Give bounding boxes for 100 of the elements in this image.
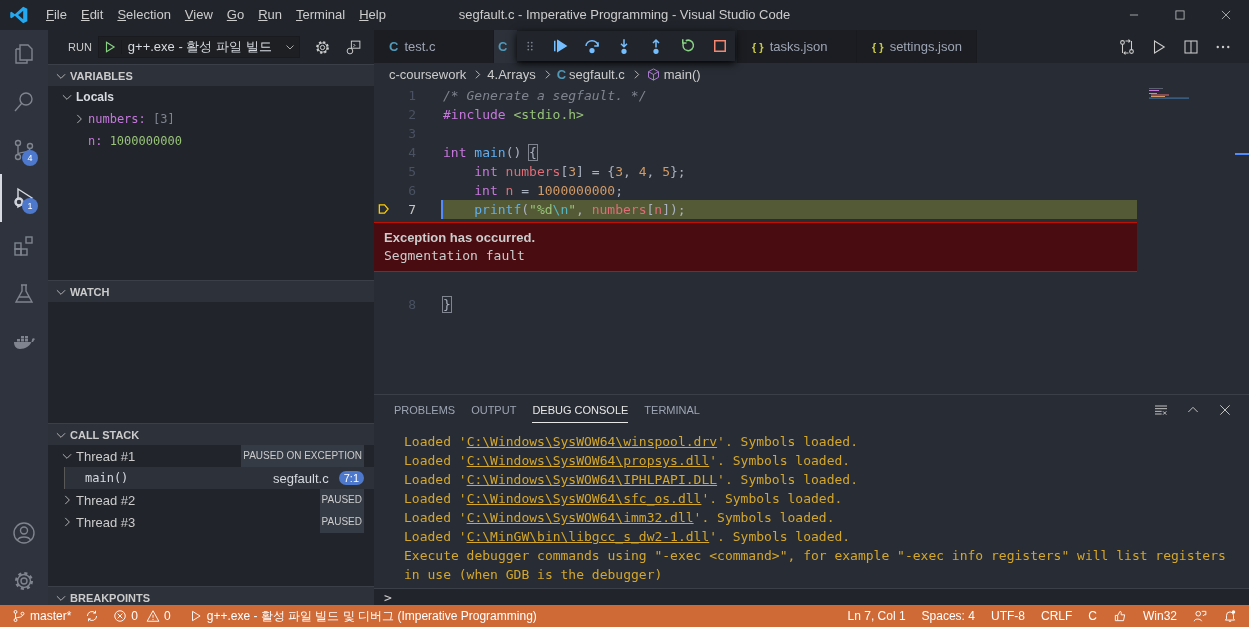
file-type-icon: C <box>498 39 508 54</box>
clear-console-icon[interactable] <box>1153 402 1169 418</box>
person-icon[interactable] <box>1193 609 1207 623</box>
bell-icon[interactable] <box>1223 609 1237 623</box>
branch-status[interactable]: master* <box>12 609 72 623</box>
menu-item[interactable]: Go <box>219 0 252 30</box>
variable-row[interactable]: numbers: [3] <box>48 108 374 130</box>
thread-name: Thread #1 <box>76 448 136 464</box>
console-line: Loaded 'C:\Windows\SysWOW64\sfc_os.dll'. Symbols loaded. <box>404 490 844 508</box>
panel-tab[interactable]: PROBLEMS <box>394 397 456 423</box>
menu-item[interactable]: Run <box>251 0 290 30</box>
status-label: PAUSED <box>319 489 364 511</box>
scope-row[interactable]: Locals <box>48 86 374 108</box>
variable-row[interactable]: n: 1000000000 <box>48 130 374 152</box>
files-icon[interactable] <box>12 42 36 66</box>
thumbs-up-icon[interactable] <box>1113 609 1127 623</box>
file-link[interactable]: C:\Windows\SysWOW64\winspool.drv <box>466 434 718 449</box>
status-label: PAUSED ON EXCEPTION <box>241 445 364 467</box>
console-line: Loaded 'C:\Windows\SysWOW64\IPHLPAPI.DLL'. Symbols loaded. <box>404 471 859 489</box>
settings-icon[interactable] <box>313 38 331 56</box>
thread-name: Thread #2 <box>76 492 136 508</box>
menu-item[interactable]: View <box>177 0 220 30</box>
status-item[interactable]: Spaces: 4 <box>921 609 975 623</box>
extensions-icon[interactable] <box>12 234 36 258</box>
cube-icon <box>645 67 661 82</box>
status-item[interactable]: UTF-8 <box>990 609 1025 623</box>
thread-row[interactable]: Thread #3 PAUSED <box>48 511 374 533</box>
panel-tab[interactable]: TERMINAL <box>644 397 700 423</box>
window-title: segfault.c - Imperative Programming - Visual Studio Code <box>457 6 792 24</box>
error-icon <box>113 609 128 623</box>
file-type-icon: { } <box>872 40 884 53</box>
editor-tab[interactable]: C test.c <box>374 30 494 63</box>
breadcrumb-item[interactable]: 4.Arrays <box>487 67 536 82</box>
section-header[interactable]: CALL STACK <box>48 424 374 445</box>
menu-item[interactable]: File <box>39 0 74 30</box>
problems-status[interactable]: 0 0 <box>113 609 175 623</box>
panel-tab[interactable]: OUTPUT <box>471 397 517 423</box>
sync-icon[interactable] <box>85 609 100 623</box>
close-icon[interactable] <box>1217 402 1233 418</box>
code-line: /* Generate a segfault. */ <box>443 88 647 103</box>
code-line: int main() { <box>443 145 537 160</box>
exception-title: Exception has occurred. <box>384 229 536 247</box>
file-link[interactable]: C:\Windows\SysWOW64\IPHLPAPI.DLL <box>466 472 718 487</box>
editor-tab[interactable]: { } settings.json <box>857 30 977 63</box>
line-badge: 7:1 <box>338 471 364 485</box>
file-type-icon: C <box>556 67 567 82</box>
code-line: } <box>443 297 451 312</box>
console-line: Loaded 'C:\Windows\SysWOW64\winspool.drv'. Symbols loaded. <box>404 433 859 451</box>
console-line: Loaded 'C:\MinGW\bin\libgcc_s_dw2-1.dll'. Symbols loaded. <box>404 528 852 546</box>
menu-item[interactable]: Selection <box>110 0 178 30</box>
breadcrumb-item[interactable]: segfault.c <box>569 67 625 82</box>
console-line: Loaded 'C:\Windows\SysWOW64\imm32.dll'. Symbols loaded. <box>404 509 836 527</box>
console-input[interactable]: > <box>374 588 1249 605</box>
minimap-drawing[interactable] <box>1149 88 1189 100</box>
breadcrumb-item[interactable]: main() <box>663 67 701 82</box>
file-link[interactable]: C:\Windows\SysWOW64\propsys.dll <box>466 453 710 468</box>
status-item[interactable]: Ln 7, Col 1 <box>847 609 906 623</box>
editor-tab[interactable]: C <box>494 30 517 63</box>
thread-row[interactable]: Thread #2 PAUSED <box>48 489 374 511</box>
menu-item[interactable]: Terminal <box>289 0 353 30</box>
flask-icon[interactable] <box>12 282 36 306</box>
scrollbar-marker <box>1235 153 1249 155</box>
split-editor-icon[interactable] <box>1182 37 1200 56</box>
section-header[interactable]: BREAKPOINTS <box>48 587 374 605</box>
section-header[interactable]: VARIABLES <box>48 65 374 86</box>
editor-tab[interactable]: { } tasks.json <box>737 30 857 63</box>
debug-console-icon[interactable] <box>344 38 362 56</box>
menu-item[interactable]: Help <box>352 0 393 30</box>
launch-config-dropdown[interactable]: g++.exe - 활성 파일 빌드 <box>97 36 300 58</box>
account-icon[interactable] <box>12 521 36 545</box>
stop-icon[interactable] <box>711 37 729 55</box>
section-title: VARIABLES <box>70 69 133 82</box>
compare-icon[interactable] <box>1118 37 1136 56</box>
debug-launch-status[interactable]: g++.exe - 활성 파일 빌드 및 디버그 (Imperative Programming) <box>188 607 537 625</box>
stack-frame-row[interactable]: main() segfault.c 7:1 <box>64 467 374 489</box>
panel-tab[interactable]: DEBUG CONSOLE <box>532 397 629 423</box>
section-header[interactable]: WATCH <box>48 281 374 302</box>
status-item[interactable]: CRLF <box>1040 609 1073 623</box>
app-logo-icon <box>9 5 29 25</box>
menu-item[interactable]: Edit <box>73 0 111 30</box>
console-line: Execute debugger commands using "-exec <command>", for example "-exec info registers" will list registers in use (when GDB is the debugger) <box>404 547 1227 584</box>
section-title: BREAKPOINTS <box>70 591 151 604</box>
count-badge: 4 <box>22 150 38 166</box>
status-item[interactable]: C <box>1088 609 1097 623</box>
code-line: int n = 1000000000; <box>473 183 624 198</box>
step-over-icon[interactable] <box>583 37 601 55</box>
file-link[interactable]: C:\Windows\SysWOW64\imm32.dll <box>466 510 694 525</box>
search-icon[interactable] <box>12 90 36 114</box>
status-item[interactable]: Win32 <box>1143 609 1177 623</box>
breadcrumb-item[interactable]: c-coursework <box>389 67 467 82</box>
console-line: Loaded 'C:\Windows\SysWOW64\propsys.dll'. Symbols loaded. <box>404 452 852 470</box>
thread-row[interactable]: Thread #1 PAUSED ON EXCEPTION <box>48 445 374 467</box>
line-number: 7 <box>407 202 416 217</box>
file-link[interactable]: C:\MinGW\bin\libgcc_s_dw2-1.dll <box>466 529 710 544</box>
continue-icon[interactable] <box>551 37 569 55</box>
file-link[interactable]: C:\Windows\SysWOW64\sfc_os.dll <box>466 491 702 506</box>
count-badge: 1 <box>22 198 38 214</box>
status-label: PAUSED <box>319 511 364 533</box>
warning-icon <box>146 609 161 623</box>
frame-file: segfault.c <box>273 470 329 486</box>
